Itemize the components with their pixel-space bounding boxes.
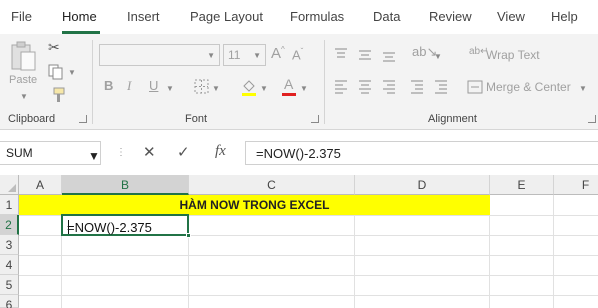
chevron-down-icon[interactable]: ▼	[260, 84, 268, 93]
menu-page-layout[interactable]: Page Layout	[190, 9, 263, 24]
font-size-select[interactable]: 11 ▼	[223, 44, 266, 66]
paste-button[interactable]: Paste ▼	[6, 40, 42, 108]
copy-icon[interactable]	[48, 64, 66, 80]
menu-data[interactable]: Data	[373, 9, 400, 24]
chevron-down-icon[interactable]: ▼	[434, 52, 442, 61]
borders-icon[interactable]	[194, 79, 210, 95]
merge-center-icon	[467, 80, 483, 94]
gridline	[19, 295, 598, 296]
menu-review[interactable]: Review	[429, 9, 472, 24]
paste-label: Paste	[9, 74, 38, 86]
menu-view[interactable]: View	[497, 9, 525, 24]
chevron-down-icon[interactable]: ▼	[212, 84, 220, 93]
menu-home[interactable]: Home	[62, 9, 97, 24]
ribbon: Paste ▼ ✂ ▼ Clipboard ▼ 11 ▼ A^ Aˇ B I U…	[0, 34, 598, 130]
font-color-swatch	[282, 93, 296, 96]
insert-function-icon[interactable]: fx	[215, 143, 226, 160]
underline-button[interactable]: U	[149, 78, 158, 93]
fill-color-icon[interactable]	[240, 78, 258, 96]
font-color-icon[interactable]: A	[284, 76, 293, 92]
fill-handle[interactable]	[186, 233, 191, 238]
font-name-select[interactable]: ▼	[99, 44, 220, 66]
gridline	[19, 255, 598, 256]
text-caret	[68, 220, 69, 234]
paste-icon	[11, 41, 36, 71]
chevron-down-icon: ▼	[88, 149, 100, 163]
chevron-down-icon[interactable]: ▼	[68, 68, 76, 77]
decrease-font-icon[interactable]: Aˇ	[292, 47, 303, 62]
chevron-down-icon[interactable]: ▼	[300, 84, 308, 93]
enter-icon[interactable]: ✓	[177, 143, 190, 161]
clipboard-launcher-icon[interactable]	[79, 115, 87, 123]
font-size-value: 11	[228, 48, 241, 62]
active-cell-value: =NOW()-2.375	[67, 220, 152, 235]
alignment-launcher-icon[interactable]	[588, 115, 596, 123]
title-cell-text: HÀM NOW TRONG EXCEL	[179, 198, 330, 212]
menu-insert[interactable]: Insert	[127, 9, 160, 24]
row-header-6[interactable]: 6	[0, 295, 19, 308]
cancel-icon[interactable]: ✕	[143, 143, 156, 161]
chevron-down-icon: ▼	[253, 51, 261, 60]
format-painter-icon[interactable]	[48, 86, 66, 104]
font-group-label: Font	[185, 113, 208, 125]
formula-input[interactable]: =NOW()-2.375	[245, 141, 598, 165]
merge-center-button[interactable]: Merge & Center	[486, 80, 571, 94]
menu-file[interactable]: File	[11, 9, 32, 24]
chevron-down-icon[interactable]: ▼	[166, 84, 174, 93]
bold-button[interactable]: B	[104, 78, 113, 93]
menu-help[interactable]: Help	[551, 9, 578, 24]
name-box[interactable]: SUM ▼	[0, 141, 101, 165]
clipboard-group-label: Clipboard	[8, 113, 56, 125]
name-box-value: SUM	[6, 146, 33, 160]
wrap-text-button[interactable]: Wrap Text	[486, 48, 540, 62]
row-header-5[interactable]: 5	[0, 275, 19, 295]
menu-bar: File Home Insert Page Layout Formulas Da…	[0, 0, 598, 34]
select-all-button[interactable]	[0, 175, 19, 195]
cut-icon[interactable]: ✂	[48, 40, 60, 54]
formula-bar: SUM ▼ ⋮ ✕ ✓ fx =NOW()-2.375	[0, 137, 598, 169]
active-cell-b2[interactable]: =NOW()-2.375	[61, 214, 189, 236]
alignment-group-label: Alignment	[428, 113, 477, 125]
group-divider	[92, 40, 93, 124]
row-header-3[interactable]: 3	[0, 235, 19, 255]
chevron-down-icon: ▼	[20, 92, 28, 101]
column-header-f[interactable]: F	[554, 175, 598, 195]
row-header-1[interactable]: 1	[0, 195, 19, 215]
row-header-4[interactable]: 4	[0, 255, 19, 275]
font-launcher-icon[interactable]	[311, 115, 319, 123]
chevron-down-icon[interactable]: ▼	[579, 84, 587, 93]
gridline	[553, 195, 554, 308]
increase-font-icon[interactable]: A^	[271, 45, 285, 62]
menu-formulas[interactable]: Formulas	[290, 9, 344, 24]
italic-button[interactable]: I	[127, 78, 131, 94]
worksheet-grid: A B C D E F 1 2 3 4 5 6 HÀM NOW TRONG EX…	[0, 175, 598, 308]
gridline	[19, 275, 598, 276]
column-header-c[interactable]: C	[189, 175, 355, 195]
formula-text: =NOW()-2.375	[256, 146, 341, 161]
row-header-2[interactable]: 2	[0, 215, 19, 235]
column-header-d[interactable]: D	[355, 175, 490, 195]
column-header-e[interactable]: E	[490, 175, 554, 195]
column-header-a[interactable]: A	[19, 175, 62, 195]
more-icon: ⋮	[116, 147, 126, 158]
column-header-b[interactable]: B	[62, 175, 189, 195]
group-divider	[324, 40, 325, 124]
chevron-down-icon: ▼	[207, 51, 215, 60]
